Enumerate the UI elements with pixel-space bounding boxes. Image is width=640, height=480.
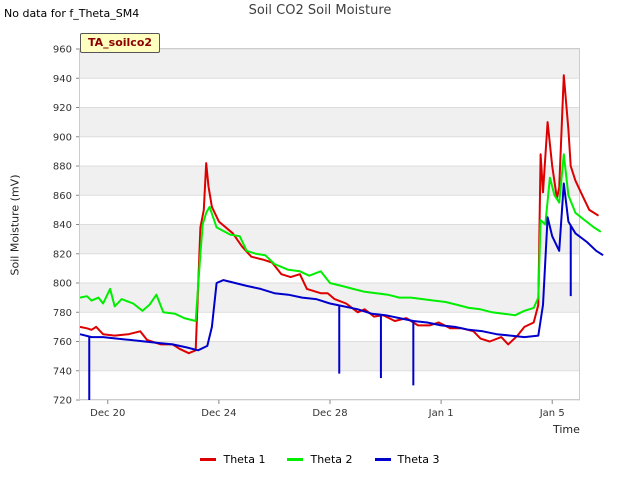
x-axis-ticks: Dec 20 Dec 24 Dec 28 Jan 1 Jan 5 [90, 400, 565, 419]
station-badge: TA_soilco2 [80, 33, 161, 53]
x-axis-label: Time [553, 423, 580, 436]
chart-plot: 720740760780800820840860880900920940960 … [53, 45, 604, 419]
y-tick-label: 740 [53, 366, 72, 377]
y-axis-label: Soil Moisture (mV) [8, 174, 22, 276]
x-tick-label: Dec 24 [201, 408, 236, 419]
x-tick-label: Jan 1 [428, 408, 454, 419]
legend-swatch-theta-2 [287, 458, 304, 461]
grid-band [80, 166, 580, 196]
y-tick-label: 800 [53, 279, 72, 290]
y-tick-label: 840 [53, 220, 72, 231]
y-tick-label: 900 [53, 132, 72, 143]
legend-label-theta-3: Theta 3 [397, 453, 440, 466]
legend-label-theta-1: Theta 1 [223, 453, 266, 466]
legend-swatch-theta-3 [374, 458, 391, 461]
grid-band [80, 107, 580, 137]
y-tick-label: 960 [53, 45, 72, 56]
legend-item-theta-3: Theta 3 [374, 453, 440, 466]
y-tick-label: 880 [53, 162, 72, 173]
background-bands [80, 49, 580, 371]
y-tick-label: 720 [53, 396, 72, 407]
grid-band [80, 224, 580, 254]
legend-swatch-theta-1 [200, 458, 217, 461]
y-tick-label: 760 [53, 337, 72, 348]
grid-band [80, 49, 580, 79]
series-line-theta-3 [79, 182, 604, 352]
y-tick-label: 780 [53, 308, 72, 319]
x-tick-label: Dec 20 [90, 408, 125, 419]
y-tick-label: 860 [53, 191, 72, 202]
x-tick-label: Jan 5 [539, 408, 565, 419]
grid-band [80, 341, 580, 371]
legend-item-theta-2: Theta 2 [287, 453, 353, 466]
legend: Theta 1 Theta 2 Theta 3 [0, 453, 640, 466]
y-tick-label: 920 [53, 103, 72, 114]
y-tick-label: 940 [53, 74, 72, 85]
y-tick-label: 820 [53, 249, 72, 260]
legend-label-theta-2: Theta 2 [310, 453, 353, 466]
x-tick-label: Dec 28 [312, 408, 347, 419]
legend-item-theta-1: Theta 1 [200, 453, 265, 466]
